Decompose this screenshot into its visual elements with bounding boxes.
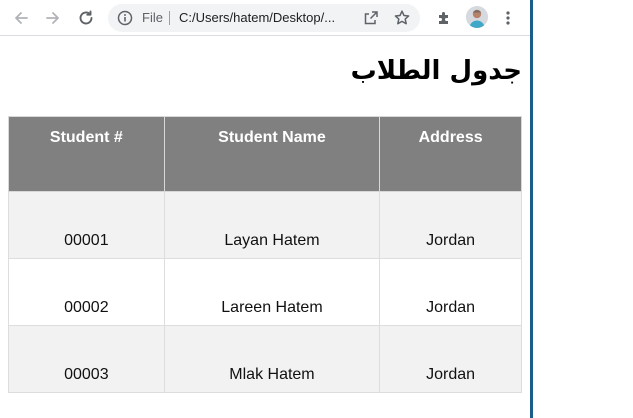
address-scheme-label: File: [142, 10, 163, 25]
address-cell: Jordan: [379, 258, 522, 326]
avatar[interactable]: [466, 6, 488, 28]
address-bar[interactable]: File C:/Users/hatem/Desktop/...: [108, 4, 420, 32]
browser-toolbar: File C:/Users/hatem/Desktop/...: [0, 0, 530, 36]
student-name-cell: Lareen Hatem: [163, 258, 381, 326]
student-number-cell: 00002: [8, 258, 165, 326]
reload-icon[interactable]: [73, 5, 99, 31]
desktop-background: [533, 0, 633, 418]
address-url[interactable]: C:/Users/hatem/Desktop/...: [179, 10, 335, 26]
student-number-cell: 00001: [8, 191, 165, 259]
share-icon[interactable]: [362, 9, 380, 27]
table-row: 00003 Mlak Hatem Jordan: [8, 325, 522, 393]
student-name-cell: Mlak Hatem: [163, 325, 381, 393]
browser-window: File C:/Users/hatem/Desktop/... جدول الط…: [0, 0, 530, 418]
column-header-student-number: Student #: [8, 116, 165, 192]
star-icon[interactable]: [393, 9, 411, 27]
column-header-address: Address: [379, 116, 522, 192]
table-header-row: Student # Student Name Address: [8, 116, 522, 192]
menu-icon[interactable]: [495, 5, 521, 31]
page-title: جدول الطلاب: [350, 56, 522, 86]
student-name-cell: Layan Hatem: [163, 191, 381, 259]
extensions-icon[interactable]: [431, 5, 457, 31]
back-arrow-icon[interactable]: [8, 5, 34, 31]
column-header-student-name: Student Name: [163, 116, 381, 192]
table-row: 00001 Layan Hatem Jordan: [8, 191, 522, 259]
table-row: 00002 Lareen Hatem Jordan: [8, 258, 522, 326]
students-table: Student # Student Name Address 00001 Lay…: [8, 116, 522, 393]
address-cell: Jordan: [379, 325, 522, 393]
info-icon[interactable]: [117, 10, 133, 26]
address-divider: [169, 11, 170, 25]
forward-arrow-icon[interactable]: [40, 5, 66, 31]
address-cell: Jordan: [379, 191, 522, 259]
student-number-cell: 00003: [8, 325, 165, 393]
